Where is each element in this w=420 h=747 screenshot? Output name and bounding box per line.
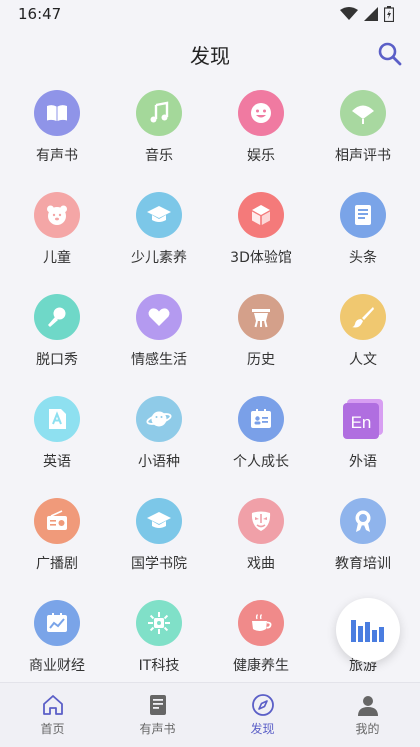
category-children[interactable]: 儿童 (6, 186, 108, 288)
category-history[interactable]: 历史 (210, 288, 312, 390)
category-crosstalk[interactable]: 相声评书 (312, 84, 414, 186)
graduation-cap-icon (136, 192, 182, 238)
category-3d-experience[interactable]: 3D体验馆 (210, 186, 312, 288)
category-label: 相声评书 (335, 148, 391, 164)
category-label: 小语种 (138, 454, 180, 470)
tab-label: 有声书 (139, 722, 176, 736)
audio-player-button[interactable] (336, 598, 400, 662)
category-label: 头条 (349, 250, 377, 266)
category-label: 音乐 (145, 148, 173, 164)
wifi-icon (340, 7, 358, 20)
category-entertainment[interactable]: 娱乐 (210, 84, 312, 186)
tab-label: 首页 (40, 722, 65, 736)
category-label: 教育培训 (335, 556, 391, 572)
category-health[interactable]: 健康养生 (210, 594, 312, 696)
en-badge-icon: En (343, 399, 383, 439)
search-button[interactable] (376, 40, 404, 68)
category-english[interactable]: 英语 (6, 390, 108, 492)
tea-cup-icon (238, 600, 284, 646)
category-label: 娱乐 (247, 148, 275, 164)
bear-icon (34, 192, 80, 238)
award-icon (340, 498, 386, 544)
category-sinology[interactable]: 国学书院 (108, 492, 210, 594)
category-label: 历史 (247, 352, 275, 368)
category-headlines[interactable]: 头条 (312, 186, 414, 288)
category-label: 人文 (349, 352, 377, 368)
category-label: 戏曲 (247, 556, 275, 572)
category-label: 少儿素养 (131, 250, 187, 266)
graduation-cap-icon (136, 498, 182, 544)
music-note-icon (136, 90, 182, 136)
status-bar: 16:47 (0, 0, 420, 28)
category-talk-show[interactable]: 脱口秀 (6, 288, 108, 390)
category-label: 国学书院 (131, 556, 187, 572)
id-card-icon (238, 396, 284, 442)
category-label: 个人成长 (233, 454, 289, 470)
category-label: 外语 (349, 454, 377, 470)
tab-discover[interactable]: 发现 (210, 683, 315, 747)
category-label: 情感生活 (131, 352, 187, 368)
cube-icon (238, 192, 284, 238)
chart-board-icon (34, 600, 80, 646)
category-label: 3D体验馆 (230, 250, 292, 266)
category-audiobook[interactable]: 有声书 (6, 84, 108, 186)
svg-text:En: En (351, 413, 372, 432)
signal-icon (364, 7, 378, 21)
radio-icon (34, 498, 80, 544)
category-label: 儿童 (43, 250, 71, 266)
planet-icon (136, 396, 182, 442)
category-education[interactable]: 教育培训 (312, 492, 414, 594)
category-minor-languages[interactable]: 小语种 (108, 390, 210, 492)
page-title: 发现 (190, 44, 230, 68)
tab-label: 发现 (250, 722, 275, 736)
smiley-face-icon (238, 90, 284, 136)
heart-icon (136, 294, 182, 340)
category-foreign-language[interactable]: En 外语 (312, 390, 414, 492)
battery-icon (384, 6, 394, 22)
category-label: IT科技 (138, 658, 180, 674)
microphone-icon (34, 294, 80, 340)
home-icon (42, 695, 63, 715)
category-label: 脱口秀 (36, 352, 78, 368)
category-label: 商业财经 (29, 658, 85, 674)
chip-icon (136, 600, 182, 646)
category-music[interactable]: 音乐 (108, 84, 210, 186)
letter-a-icon (34, 396, 80, 442)
brush-icon (340, 294, 386, 340)
equalizer-icon (351, 620, 384, 642)
category-label: 广播剧 (36, 556, 78, 572)
document-icon (149, 695, 166, 715)
category-it-tech[interactable]: IT科技 (108, 594, 210, 696)
bottom-tab-bar: 首页 有声书 发现 我的 (0, 682, 420, 747)
category-business-finance[interactable]: 商业财经 (6, 594, 108, 696)
compass-icon (251, 694, 274, 716)
fan-icon (340, 90, 386, 136)
header: 发现 (0, 28, 420, 80)
book-icon (34, 90, 80, 136)
opera-mask-icon (238, 498, 284, 544)
category-label: 健康养生 (233, 658, 289, 674)
category-emotional-life[interactable]: 情感生活 (108, 288, 210, 390)
tab-profile[interactable]: 我的 (315, 683, 420, 747)
category-label: 英语 (43, 454, 71, 470)
category-label: 有声书 (36, 148, 78, 164)
newspaper-icon (340, 192, 386, 238)
category-kids-literacy[interactable]: 少儿素养 (108, 186, 210, 288)
category-personal-growth[interactable]: 个人成长 (210, 390, 312, 492)
category-radio-drama[interactable]: 广播剧 (6, 492, 108, 594)
tab-label: 我的 (355, 722, 380, 736)
status-time: 16:47 (18, 5, 62, 23)
tab-home[interactable]: 首页 (0, 683, 105, 747)
person-icon (357, 696, 378, 716)
search-icon (378, 42, 402, 66)
status-icons (340, 6, 394, 22)
tab-audiobook[interactable]: 有声书 (105, 683, 210, 747)
category-humanities[interactable]: 人文 (312, 288, 414, 390)
category-opera[interactable]: 戏曲 (210, 492, 312, 594)
ancient-vessel-icon (238, 294, 284, 340)
